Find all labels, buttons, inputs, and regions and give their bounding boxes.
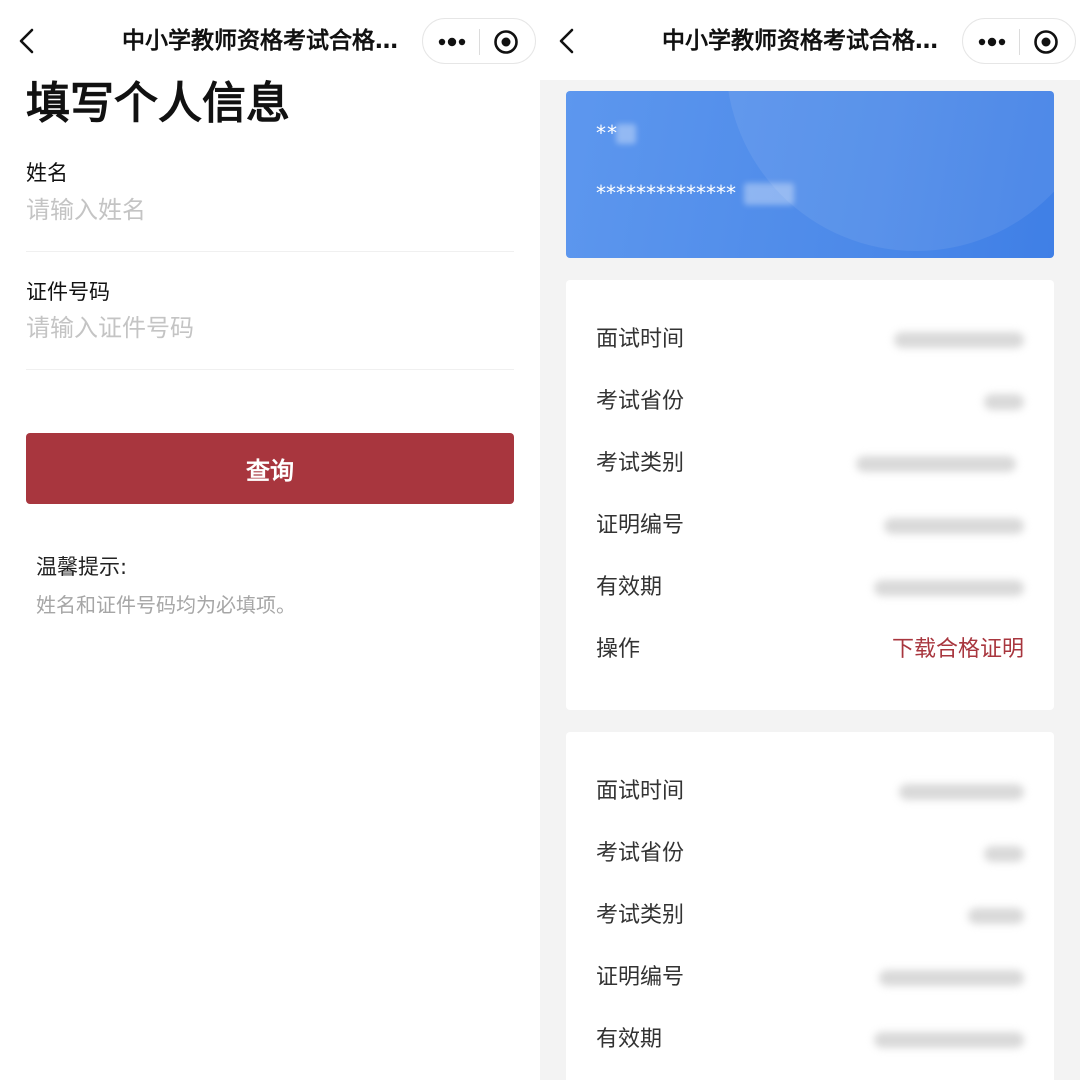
id-label: 证件号码 (26, 280, 110, 304)
blurred-value (968, 908, 1024, 924)
row-label: 考试省份 (596, 389, 685, 414)
name-label: 姓名 (26, 161, 68, 185)
nav-bar: 中小学教师资格考试合格… (0, 0, 540, 80)
nav-title: 中小学教师资格考试合格… (122, 28, 398, 54)
more-icon[interactable] (437, 33, 467, 51)
blurred-value (894, 332, 1024, 348)
name-divider (26, 251, 514, 252)
tip-text: 姓名和证件号码均为必填项。 (36, 593, 296, 617)
close-icon[interactable] (1033, 29, 1059, 55)
blurred-value (856, 456, 1016, 472)
row-label: 面试时间 (596, 327, 685, 352)
download-certificate-link[interactable]: 下载合格证明 (892, 630, 1024, 670)
identity-card: ** ************** (566, 91, 1054, 258)
capsule-divider (1019, 29, 1020, 55)
record-row: 面试时间 (566, 772, 1054, 812)
record-row: 考试省份 (566, 382, 1054, 422)
back-icon[interactable] (14, 24, 42, 58)
masked-name: ** (596, 121, 618, 145)
record-row: 操作 下载合格证明 (566, 630, 1054, 670)
record-card: 面试时间 考试省份 考试类别 证明编号 有效期 操作 下载合格证明 (566, 280, 1054, 710)
miniprogram-capsule (962, 18, 1076, 64)
blurred-value (874, 1032, 1024, 1048)
back-icon[interactable] (554, 24, 582, 58)
blurred-value (984, 394, 1024, 410)
id-number-input[interactable] (26, 310, 514, 346)
record-row: 证明编号 (566, 506, 1054, 546)
row-label: 考试省份 (596, 841, 685, 866)
result-page: 中小学教师资格考试合格… ** ************** 面试时间 考试省份… (540, 0, 1080, 1080)
record-card: 面试时间 考试省份 考试类别 证明编号 有效期 (566, 732, 1054, 1080)
record-row: 考试类别 (566, 896, 1054, 936)
blurred-value (884, 518, 1024, 534)
close-icon[interactable] (493, 29, 519, 55)
row-label: 考试类别 (596, 903, 685, 928)
masked-id-number: ************** (596, 181, 736, 205)
record-row: 有效期 (566, 1020, 1054, 1060)
page-title: 填写个人信息 (26, 78, 290, 129)
row-label: 有效期 (596, 1027, 663, 1052)
blurred-id (744, 183, 794, 205)
id-divider (26, 369, 514, 370)
row-label: 证明编号 (596, 965, 685, 990)
row-label: 面试时间 (596, 779, 685, 804)
tip-title: 温馨提示: (36, 555, 128, 579)
blurred-value (874, 580, 1024, 596)
name-input[interactable] (26, 192, 514, 228)
row-label: 有效期 (596, 575, 663, 600)
record-row: 证明编号 (566, 958, 1054, 998)
nav-title: 中小学教师资格考试合格… (662, 28, 938, 54)
row-label: 证明编号 (596, 513, 685, 538)
more-icon[interactable] (977, 33, 1007, 51)
row-label: 操作 (596, 637, 641, 662)
record-row: 有效期 (566, 568, 1054, 608)
miniprogram-capsule (422, 18, 536, 64)
query-page: 中小学教师资格考试合格… 填写个人信息 姓名 证件号码 查询 温馨提示: 姓名和… (0, 0, 540, 1080)
query-button[interactable]: 查询 (26, 433, 514, 504)
blurred-value (899, 784, 1024, 800)
blurred-value (879, 970, 1024, 986)
row-label: 考试类别 (596, 451, 685, 476)
nav-bar: 中小学教师资格考试合格… (540, 0, 1080, 80)
record-row: 考试省份 (566, 834, 1054, 874)
card-decoration (726, 91, 1054, 251)
capsule-divider (479, 29, 480, 55)
blurred-name (616, 124, 636, 144)
blurred-value (984, 846, 1024, 862)
record-row: 面试时间 (566, 320, 1054, 360)
record-row: 考试类别 (566, 444, 1054, 484)
